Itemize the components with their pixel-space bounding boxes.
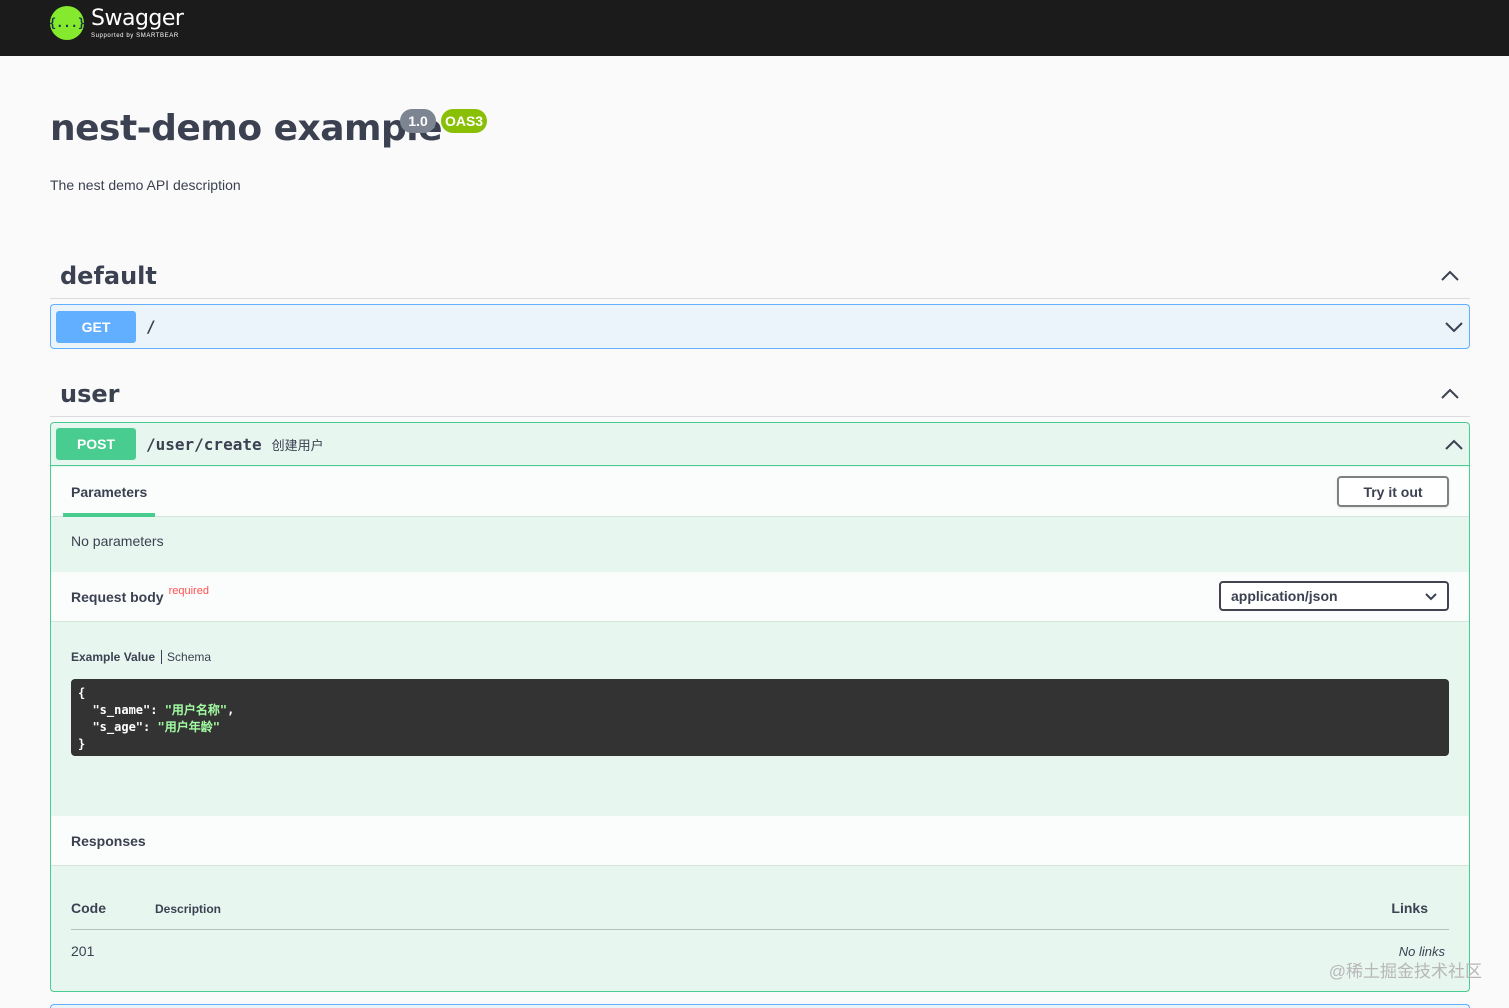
responses-table-header: Code Description Links — [71, 885, 1449, 930]
active-tab-indicator — [63, 513, 155, 517]
method-badge: GET — [56, 310, 136, 343]
response-code: 201 — [71, 943, 95, 959]
logo-subtitle: Supported by SMARTBEAR — [91, 33, 179, 39]
request-body-header: Request body required application/json — [51, 572, 1469, 622]
code-line: "s_name": "用户名称", — [92, 703, 235, 717]
parameters-header: Parameters Try it out — [51, 467, 1469, 517]
tab-example-value[interactable]: Example Value — [71, 650, 163, 664]
api-title: nest-demo example — [50, 108, 443, 149]
watermark: @稀土掘金技术社区 — [1328, 962, 1482, 981]
example-code-block: { "s_name": "用户名称", "s_age": "用户年龄" } — [71, 679, 1449, 756]
column-links: Links — [1391, 900, 1428, 916]
tag-default[interactable]: default — [50, 253, 1470, 299]
chevron-up-icon[interactable] — [1444, 435, 1464, 455]
operation-summary[interactable]: GET / — [51, 305, 1469, 348]
method-badge: POST — [56, 428, 136, 460]
code-key: "s_name" — [92, 703, 151, 717]
column-description: Description — [155, 902, 222, 916]
swagger-logo-icon: {...} — [49, 6, 85, 40]
code-key: "s_age" — [92, 720, 144, 734]
request-body-title: Request body — [71, 588, 164, 605]
operation-post-user-create: POST /user/create 创建用户 Parameters Try it… — [50, 422, 1470, 992]
try-it-out-button[interactable]: Try it out — [1337, 476, 1449, 507]
chevron-up-icon[interactable] — [1440, 266, 1460, 286]
api-description: The nest demo API description — [50, 177, 241, 193]
content-type-select[interactable]: application/json — [1219, 581, 1449, 611]
tag-user[interactable]: user — [50, 371, 1470, 417]
responses-header: Responses — [51, 816, 1469, 866]
code-string: "用户年龄" — [157, 720, 220, 734]
operation-description: 创建用户 — [271, 437, 324, 453]
next-operation-edge — [50, 1004, 1470, 1008]
responses-title: Responses — [71, 832, 146, 849]
operation-path: / — [146, 317, 156, 336]
tag-name: default — [60, 261, 157, 290]
code-string: "用户名称" — [164, 703, 228, 717]
code-line: } — [78, 737, 86, 751]
chevron-down-icon[interactable] — [1444, 317, 1464, 337]
code-line: { — [78, 686, 86, 700]
required-label: required — [168, 584, 209, 597]
top-bar: {...} Swagger Supported by SMARTBEAR — [0, 0, 1509, 56]
code-line: "s_age": "用户年龄" — [92, 720, 220, 734]
version-badge: 1.0 — [400, 109, 436, 133]
logo-name: Swagger — [91, 6, 184, 31]
operation-get-root: GET / — [50, 304, 1470, 349]
no-parameters-text: No parameters — [71, 533, 164, 549]
content-type-value: application/json — [1231, 588, 1338, 604]
chevron-down-icon — [1425, 588, 1437, 604]
example-tabs: Example Value Schema — [71, 650, 211, 664]
operation-path: /user/create — [146, 434, 262, 454]
column-code: Code — [71, 900, 106, 916]
chevron-up-icon[interactable] — [1440, 384, 1460, 404]
operation-summary[interactable]: POST /user/create 创建用户 — [51, 423, 1469, 466]
tab-parameters[interactable]: Parameters — [71, 467, 147, 517]
oas-badge: OAS3 — [441, 109, 487, 133]
swagger-logo[interactable]: {...} Swagger Supported by SMARTBEAR — [49, 6, 184, 40]
tag-name: user — [60, 379, 120, 408]
tab-schema[interactable]: Schema — [162, 650, 211, 664]
